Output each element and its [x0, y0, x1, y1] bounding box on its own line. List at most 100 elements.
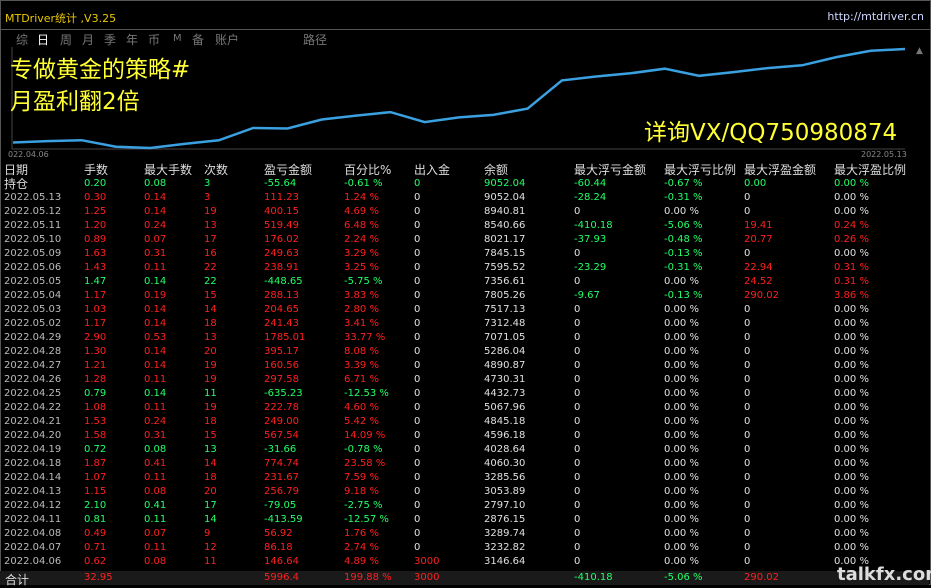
- row-lots: 0.62: [84, 556, 107, 567]
- table-row[interactable]: 2022.05.02 1.17 0.14 18 241.43 3.41 % 0 7312.48…: [4, 317, 924, 331]
- table-row[interactable]: 2022.05.10 0.89 0.07 17 176.02 2.24 % 0 8021.17…: [4, 233, 924, 247]
- row-date: 2022.05.02: [4, 318, 62, 329]
- table-row[interactable]: 2022.04.07 0.71 0.11 12 86.18 2.74 % 0 3232.82 0…: [4, 541, 924, 555]
- row-lots: 1.87: [84, 458, 107, 469]
- table-row[interactable]: 2022.04.08 0.49 0.07 9 56.92 1.76 % 0 3289.74 0 0…: [4, 527, 924, 541]
- row-count: 17: [204, 500, 217, 511]
- row-max-float-profit-pct: 0.00 %: [834, 500, 869, 511]
- col-deposit[interactable]: 出入金: [414, 163, 450, 177]
- row-max-float-loss: 0: [574, 500, 581, 511]
- col-pnl[interactable]: 盈亏金额: [264, 163, 312, 177]
- website-link[interactable]: http://mtdriver.cn: [827, 10, 924, 23]
- table-row[interactable]: 2022.04.06 0.62 0.08 11 146.64 4.89 % 3000 3146…: [4, 555, 924, 569]
- table-row[interactable]: 2022.04.11 0.81 0.11 14 -413.59 -12.57 % 0 2876…: [4, 513, 924, 527]
- table-row[interactable]: 2022.05.09 1.63 0.31 16 249.63 3.29 % 0 7845.15…: [4, 247, 924, 261]
- row-lots: 1.53: [84, 416, 107, 427]
- row-balance: 7356.61: [484, 276, 526, 287]
- total-max-float-profit: 290.02: [744, 572, 779, 583]
- table-row[interactable]: 2022.05.13 0.30 0.14 3 111.23 1.24 % 0 9052.04 -…: [4, 191, 924, 205]
- table-row[interactable]: 2022.04.29 2.90 0.53 13 1785.01 33.77 % 0 7071.…: [4, 331, 924, 345]
- table-row[interactable]: 2022.04.26 1.28 0.11 19 297.58 6.71 % 0 4730.31…: [4, 373, 924, 387]
- col-max-float-profit-pct[interactable]: 最大浮盈比例: [834, 163, 906, 177]
- table-row[interactable]: 2022.05.06 1.43 0.11 22 238.91 3.25 % 0 7595.52…: [4, 261, 924, 275]
- table-row[interactable]: 2022.05.05 1.47 0.14 22 -448.65 -5.75 % 0 7356.…: [4, 275, 924, 289]
- row-max-float-profit-pct: 0.00 %: [834, 318, 869, 329]
- row-lots: 1.07: [84, 472, 107, 483]
- col-percent[interactable]: 百分比%: [344, 163, 391, 177]
- row-balance: 4730.31: [484, 374, 526, 385]
- row-lots: 0.30: [84, 192, 107, 203]
- col-lots[interactable]: 手数: [84, 163, 108, 177]
- table-row[interactable]: 2022.05.03 1.03 0.14 14 204.65 2.80 % 0 7517.13…: [4, 303, 924, 317]
- scroll-up-arrow-icon[interactable]: ▲: [916, 46, 923, 56]
- row-deposit: 0: [414, 542, 421, 553]
- table-row[interactable]: 2022.05.04 1.17 0.19 15 288.13 3.83 % 0 7805.26…: [4, 289, 924, 303]
- table-row[interactable]: 2022.04.28 1.30 0.14 20 395.17 8.08 % 0 5286.04…: [4, 345, 924, 359]
- row-max-float-loss: 0: [574, 458, 581, 469]
- col-date[interactable]: 日期: [4, 163, 28, 177]
- row-lots: 1.58: [84, 430, 107, 441]
- table-row[interactable]: 2022.04.18 1.87 0.41 14 774.74 23.58 % 0 4060.3…: [4, 457, 924, 471]
- row-date: 2022.04.11: [4, 514, 62, 525]
- row-max-float-profit-pct: 0.31 %: [834, 262, 869, 273]
- table-row[interactable]: 2022.04.13 1.15 0.08 20 256.79 9.18 % 0 3053.89…: [4, 485, 924, 499]
- row-max-float-loss: -23.29: [574, 262, 607, 273]
- row-max-float-loss: -28.24: [574, 192, 607, 203]
- table-row[interactable]: 2022.04.12 2.10 0.41 17 -79.05 -2.75 % 0 2797.1…: [4, 499, 924, 513]
- holding-row[interactable]: 持仓 0.20 0.08 3 -55.64 -0.61 % 0 9052.04 …: [4, 177, 924, 191]
- row-lots: 1.43: [84, 262, 107, 273]
- row-date: 2022.05.12: [4, 206, 62, 217]
- row-max-float-loss: 0: [574, 472, 581, 483]
- table-row[interactable]: 2022.04.27 1.21 0.14 19 160.56 3.39 % 0 4890.87…: [4, 359, 924, 373]
- row-balance: 7845.15: [484, 248, 526, 259]
- table-row[interactable]: 2022.04.21 1.53 0.24 18 249.00 5.42 % 0 4845.18…: [4, 415, 924, 429]
- row-max-float-loss: 0: [574, 248, 581, 259]
- row-pnl: 160.56: [264, 360, 299, 371]
- row-pnl: 111.23: [264, 192, 299, 203]
- col-max-float-loss[interactable]: 最大浮亏金额: [574, 163, 646, 177]
- table-row[interactable]: 2022.04.19 0.72 0.08 13 -31.66 -0.78 % 0 4028.6…: [4, 443, 924, 457]
- row-deposit: 0: [414, 206, 421, 217]
- table-row[interactable]: 2022.05.12 1.25 0.14 19 400.15 4.69 % 0 8940.81…: [4, 205, 924, 219]
- row-pct: -2.75 %: [344, 500, 383, 511]
- row-max-float-loss: 0: [574, 276, 581, 287]
- row-lots: 1.08: [84, 402, 107, 413]
- table-row[interactable]: 2022.04.25 0.79 0.14 11 -635.23 -12.53 % 0 4432…: [4, 387, 924, 401]
- table-row[interactable]: 2022.05.11 1.20 0.24 13 519.49 6.48 % 0 8540.66…: [4, 219, 924, 233]
- watermark-logo: talkfx.com: [837, 564, 931, 585]
- row-count: 3: [204, 192, 211, 203]
- row-count: 16: [204, 248, 217, 259]
- row-pnl: 146.64: [264, 556, 299, 567]
- row-max-float-loss-pct: -0.48 %: [664, 234, 703, 245]
- row-count: 18: [204, 318, 217, 329]
- row-max-float-loss-pct: 0.00 %: [664, 472, 699, 483]
- col-max-lots[interactable]: 最大手数: [144, 163, 192, 177]
- total-deposit: 3000: [414, 572, 440, 583]
- col-max-float-profit[interactable]: 最大浮盈金额: [744, 163, 816, 177]
- col-count[interactable]: 次数: [204, 163, 228, 177]
- col-max-float-loss-pct[interactable]: 最大浮亏比例: [664, 163, 736, 177]
- row-pct: 6.48 %: [344, 220, 379, 231]
- row-max-float-loss-pct: -0.13 %: [664, 290, 703, 301]
- holding-max-float-profit-pct: 0.00 %: [834, 178, 869, 189]
- row-max-float-loss-pct: 0.00 %: [664, 388, 699, 399]
- row-balance: 9052.04: [484, 192, 526, 203]
- tab-m[interactable]: M: [173, 33, 182, 44]
- row-max-float-profit: 0: [744, 472, 751, 483]
- row-pct: 4.89 %: [344, 556, 379, 567]
- row-pnl: -31.66: [264, 444, 297, 455]
- row-pct: 2.74 %: [344, 542, 379, 553]
- row-max-float-loss-pct: 0.00 %: [664, 556, 699, 567]
- table-row[interactable]: 2022.04.14 1.07 0.11 18 231.67 7.59 % 0 3285.56…: [4, 471, 924, 485]
- table-row[interactable]: 2022.04.22 1.08 0.11 19 222.78 4.60 % 0 5067.96…: [4, 401, 924, 415]
- row-max-float-profit-pct: 0.00 %: [834, 416, 869, 427]
- row-deposit: 0: [414, 486, 421, 497]
- row-date: 2022.04.08: [4, 528, 62, 539]
- col-balance[interactable]: 余额: [484, 163, 508, 177]
- table-row[interactable]: 2022.04.20 1.58 0.31 15 567.54 14.09 % 0 4596.1…: [4, 429, 924, 443]
- row-max-lots: 0.41: [144, 458, 167, 469]
- row-deposit: 0: [414, 276, 421, 287]
- row-balance: 3289.74: [484, 528, 526, 539]
- row-max-float-profit: 0: [744, 192, 751, 203]
- holding-count: 3: [204, 178, 211, 189]
